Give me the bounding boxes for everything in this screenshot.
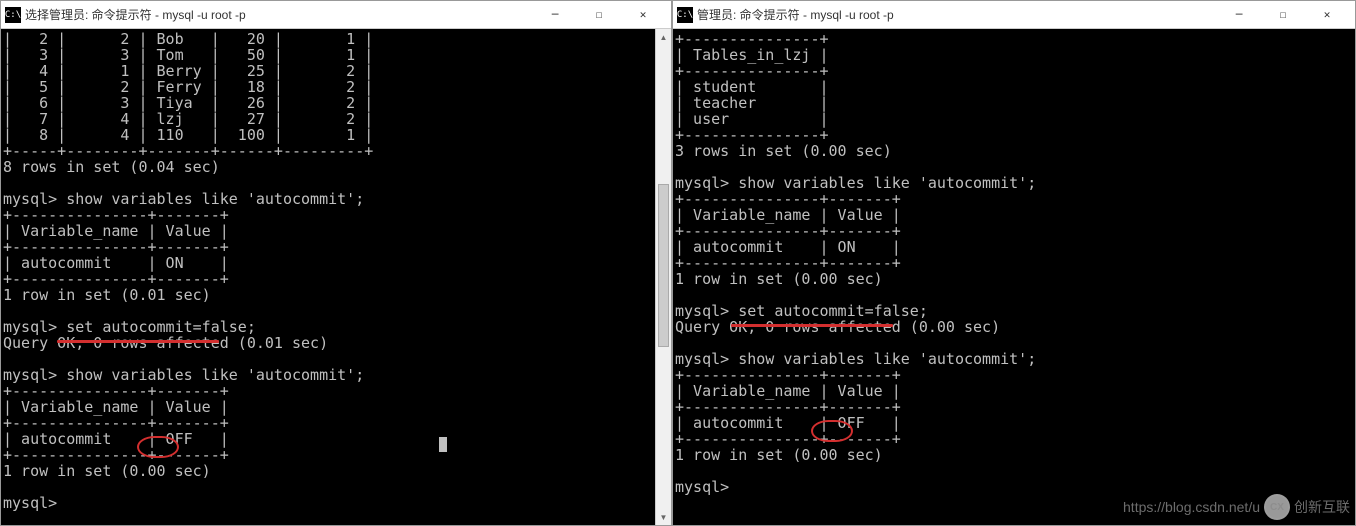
- annotation-underline-left: [57, 340, 219, 343]
- left-window-title: 选择管理员: 命令提示符 - mysql -u root -p: [25, 6, 533, 23]
- maximize-button[interactable]: ☐: [577, 2, 621, 28]
- scroll-track[interactable]: [656, 45, 671, 509]
- annotation-circle-right: [811, 420, 853, 442]
- right-titlebar[interactable]: C:\ 管理员: 命令提示符 - mysql -u root -p ─ ☐ ✕: [673, 1, 1355, 29]
- annotation-underline-right: [731, 324, 893, 327]
- left-scrollbar[interactable]: ▲ ▼: [655, 29, 671, 525]
- minimize-button[interactable]: ─: [1217, 2, 1261, 28]
- annotation-circle-left: [137, 436, 179, 458]
- left-terminal-output[interactable]: | 2 | 2 | Bob | 20 | 1 | | 3 | 3 | Tom |…: [1, 29, 671, 525]
- maximize-button[interactable]: ☐: [1261, 2, 1305, 28]
- right-terminal-output[interactable]: +---------------+ | Tables_in_lzj | +---…: [673, 29, 1355, 525]
- minimize-button[interactable]: ─: [533, 2, 577, 28]
- watermark: https://blog.csdn.net/u CX 创新互联: [1123, 494, 1350, 520]
- left-window-controls: ─ ☐ ✕: [533, 2, 665, 28]
- cmd-icon: C:\: [677, 7, 693, 23]
- close-button[interactable]: ✕: [621, 2, 665, 28]
- cmd-icon: C:\: [5, 7, 21, 23]
- scroll-down-button[interactable]: ▼: [656, 509, 671, 525]
- scroll-thumb[interactable]: [658, 184, 669, 346]
- watermark-text: 创新互联: [1294, 497, 1350, 517]
- right-terminal-window: C:\ 管理员: 命令提示符 - mysql -u root -p ─ ☐ ✕ …: [672, 0, 1356, 526]
- right-window-controls: ─ ☐ ✕: [1217, 2, 1349, 28]
- left-titlebar[interactable]: C:\ 选择管理员: 命令提示符 - mysql -u root -p ─ ☐ …: [1, 1, 671, 29]
- left-terminal-window: C:\ 选择管理员: 命令提示符 - mysql -u root -p ─ ☐ …: [0, 0, 672, 526]
- watermark-url: https://blog.csdn.net/u: [1123, 499, 1260, 515]
- watermark-logo: CX: [1264, 494, 1290, 520]
- scroll-up-button[interactable]: ▲: [656, 29, 671, 45]
- cursor: [439, 437, 447, 452]
- right-window-title: 管理员: 命令提示符 - mysql -u root -p: [697, 6, 1217, 23]
- close-button[interactable]: ✕: [1305, 2, 1349, 28]
